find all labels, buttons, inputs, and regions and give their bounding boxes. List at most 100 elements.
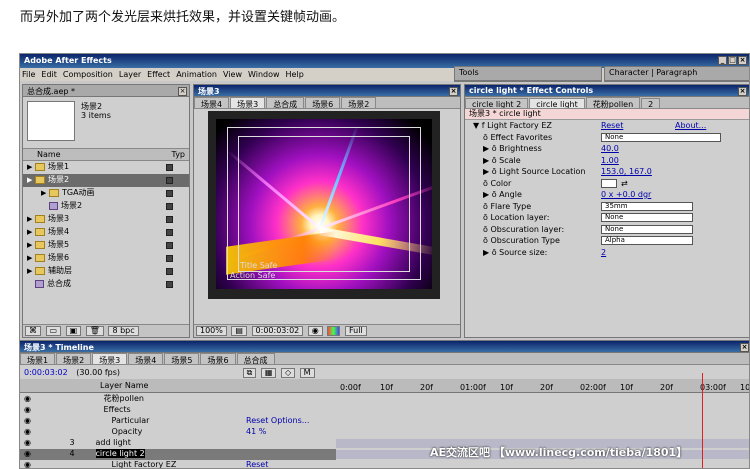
layer-name-column-header[interactable]: Layer Name: [100, 381, 148, 390]
expand-triangle-icon[interactable]: ▶: [27, 226, 35, 238]
comp-tab[interactable]: 总合成: [266, 97, 305, 108]
timeline-current-time[interactable]: 0:00:03:02: [24, 368, 68, 377]
layer-duration-bar[interactable]: [336, 406, 749, 415]
timeline-layer-row[interactable]: ◉ Light Factory EZ Reset: [20, 460, 336, 468]
new-comp-button[interactable]: ▣: [65, 326, 82, 336]
project-item[interactable]: ▶ TGA动画: [23, 187, 189, 200]
project-item[interactable]: ▶ 场景1: [23, 161, 189, 174]
close-icon[interactable]: ×: [740, 343, 749, 352]
bpc-button[interactable]: 8 bpc: [108, 326, 139, 336]
label-color-swatch[interactable]: [166, 190, 173, 197]
column-name-header[interactable]: Name: [37, 150, 61, 159]
stopwatch-icon[interactable]: ▶ ō: [483, 144, 499, 153]
menu-item-edit[interactable]: Edit: [41, 70, 57, 79]
snapshot-button[interactable]: ▤: [231, 326, 247, 336]
layer-duration-bar[interactable]: [336, 417, 749, 426]
timeline-tool-button-3[interactable]: ◇: [280, 368, 296, 378]
layer-duration-bar[interactable]: [336, 395, 749, 404]
label-color-swatch[interactable]: [166, 177, 173, 184]
expand-triangle-icon[interactable]: ▶: [27, 239, 35, 251]
label-color-swatch[interactable]: [166, 216, 173, 223]
comp-tab[interactable]: 场景3: [230, 97, 266, 108]
layer-name[interactable]: add light: [96, 438, 131, 447]
visibility-eye-icon[interactable]: ◉: [24, 449, 34, 458]
timeline-layer-row[interactable]: ◉ 4 circle light 2: [20, 449, 336, 460]
minimize-icon[interactable]: _: [718, 56, 727, 65]
menu-item-animation[interactable]: Animation: [176, 70, 217, 79]
effect-expand-icon[interactable]: ▼ f: [473, 121, 485, 130]
trash-icon[interactable]: 🗑: [85, 326, 104, 336]
comp-tab[interactable]: 场景6: [305, 97, 341, 108]
project-item[interactable]: ▶ 辅助层: [23, 265, 189, 278]
layer-name[interactable]: Particular: [112, 416, 150, 425]
timeline-layer-row[interactable]: ◉ Effects: [20, 405, 336, 416]
effect-property-dropdown[interactable]: 35mm: [601, 201, 693, 211]
timeline-tab[interactable]: 场景5: [164, 353, 200, 364]
effect-property-dropdown[interactable]: None: [601, 132, 721, 142]
layer-property-value[interactable]: Reset: [246, 460, 268, 468]
maximize-icon[interactable]: □: [728, 56, 737, 65]
expand-triangle-icon[interactable]: ▶: [27, 265, 35, 277]
timeline-tab[interactable]: 场景4: [128, 353, 164, 364]
stopwatch-icon[interactable]: ▶ ō: [483, 156, 499, 165]
timeline-tool-button[interactable]: ⧉: [242, 368, 257, 378]
tools-tab[interactable]: Tools: [459, 68, 479, 77]
effect-property-value[interactable]: 40.0: [601, 143, 619, 154]
layer-name[interactable]: circle light 2: [95, 449, 145, 458]
stopwatch-icon[interactable]: ▶ ō: [483, 190, 499, 199]
stopwatch-icon[interactable]: ▶ ō: [483, 248, 499, 257]
timeline-layer-row[interactable]: ◉ Opacity 41 %: [20, 427, 336, 438]
comp-viewer[interactable]: Title Safe Action Safe: [208, 111, 440, 299]
close-icon[interactable]: ×: [449, 87, 458, 96]
timeline-layer-row[interactable]: ◉ 3 add light: [20, 438, 336, 449]
layer-property-value[interactable]: 41 %: [246, 427, 266, 437]
project-item[interactable]: 总合成: [23, 278, 189, 291]
layer-name[interactable]: Opacity: [112, 427, 143, 436]
visibility-eye-icon[interactable]: ◉: [24, 427, 34, 436]
color-channel-icon[interactable]: [327, 326, 341, 336]
time-ruler[interactable]: 0:00f 10f 20f 01:00f 10f 20f 02:00f 10f 20f 03:00…: [336, 379, 749, 393]
timeline-layer-row[interactable]: ◉ Particular Reset Options...: [20, 416, 336, 427]
effect-tab[interactable]: circle light: [529, 98, 585, 108]
effect-property-dropdown[interactable]: None: [601, 224, 693, 234]
effect-property-value[interactable]: 0 x +0.0 dgr: [601, 189, 651, 200]
layer-name[interactable]: Light Factory EZ: [112, 460, 177, 468]
menu-item-layer[interactable]: Layer: [119, 70, 141, 79]
effect-property-dropdown[interactable]: Alpha: [601, 236, 693, 245]
column-type-header[interactable]: Typ: [172, 149, 185, 160]
timeline-tab[interactable]: 场景2: [56, 353, 92, 364]
effect-tab[interactable]: 2: [641, 98, 661, 108]
timeline-tool-button-2[interactable]: ▦: [260, 368, 277, 378]
project-item[interactable]: ▶ 场景6: [23, 252, 189, 265]
visibility-eye-icon[interactable]: ◉: [24, 438, 34, 447]
timeline-tab[interactable]: 场景1: [20, 353, 56, 364]
layer-name[interactable]: 花粉pollen: [104, 394, 144, 403]
current-time-indicator[interactable]: [702, 373, 703, 468]
menu-item-composition[interactable]: Composition: [63, 70, 113, 79]
interpret-footage-button[interactable]: ⌘: [25, 326, 41, 336]
expand-triangle-icon[interactable]: ▶: [27, 161, 35, 173]
label-color-swatch[interactable]: [166, 255, 173, 262]
label-color-swatch[interactable]: [166, 229, 173, 236]
visibility-eye-icon[interactable]: ◉: [24, 405, 34, 414]
current-time-display[interactable]: 0:00:03:02: [251, 326, 304, 336]
visibility-eye-icon[interactable]: ◉: [24, 416, 34, 425]
menu-item-effect[interactable]: Effect: [147, 70, 170, 79]
project-item[interactable]: ▶ 场景2: [23, 174, 189, 187]
effect-tab[interactable]: circle light 2: [465, 98, 529, 108]
label-color-swatch[interactable]: [166, 203, 173, 210]
close-icon[interactable]: ×: [738, 56, 747, 65]
menu-item-window[interactable]: Window: [248, 70, 280, 79]
project-item[interactable]: ▶ 场景4: [23, 226, 189, 239]
effect-reset-link[interactable]: Reset: [601, 120, 623, 131]
layer-property-value[interactable]: Reset Options...: [246, 416, 309, 426]
expand-triangle-icon[interactable]: ▶: [41, 187, 49, 199]
effect-property-value[interactable]: 153.0, 167.0: [601, 166, 652, 177]
color-swatch[interactable]: [601, 178, 617, 188]
effect-property-dropdown[interactable]: None: [601, 213, 693, 222]
timeline-layer-row[interactable]: ◉ 花粉pollen: [20, 394, 336, 405]
timeline-tab[interactable]: 总合成: [236, 353, 275, 364]
project-item[interactable]: ▶ 场景3: [23, 213, 189, 226]
label-color-swatch[interactable]: [166, 242, 173, 249]
visibility-eye-icon[interactable]: ◉: [24, 460, 34, 468]
